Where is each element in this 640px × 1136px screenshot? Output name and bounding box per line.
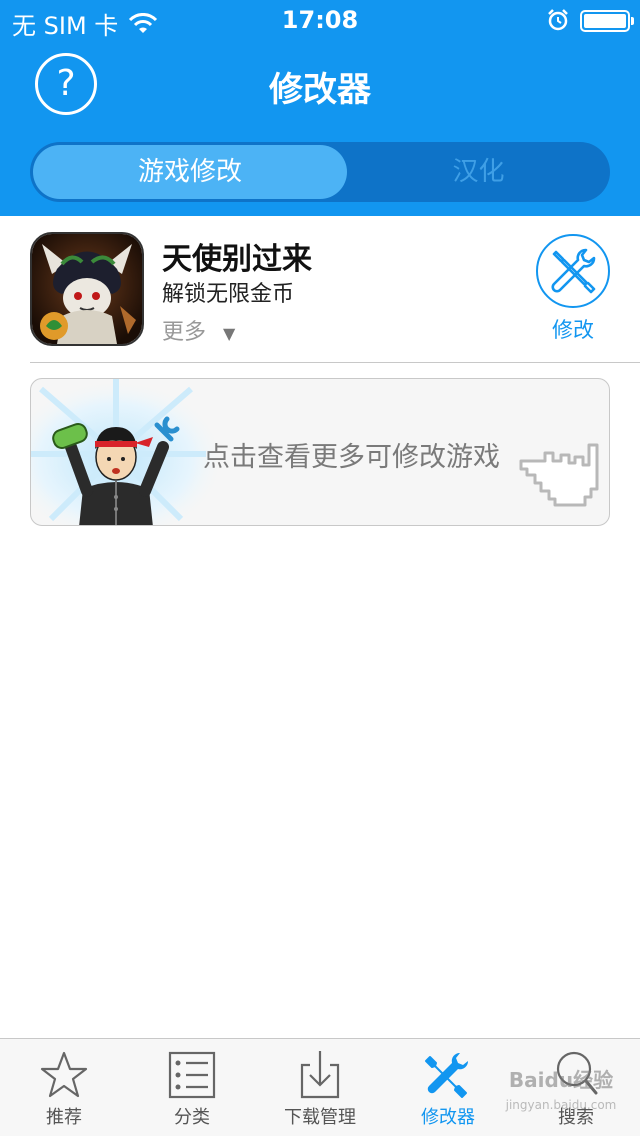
tab-category[interactable]: 分类 [128,1039,256,1136]
tab-localization[interactable]: 汉化 [350,145,607,199]
more-label: 更多 [162,320,207,345]
chevron-down-icon: ▼ [223,324,236,343]
alarm-icon [548,9,568,31]
pointer-hand-icon [519,443,599,507]
divider [30,362,640,363]
watermark: Baidu经验 jingyan.baidu.com [486,1052,636,1128]
download-icon [300,1051,340,1099]
star-icon [40,1051,88,1098]
tab-game-modify[interactable]: 游戏修改 [33,145,347,199]
modify-label[interactable]: 修改 [536,314,610,344]
game-description: 解锁无限金币 [162,282,295,307]
watermark-brand: Baidu经验 [508,1068,614,1092]
status-bar: 无 SIM 卡 17:08 [0,0,640,40]
list-icon [168,1051,216,1099]
watermark-url: jingyan.baidu.com [505,1098,617,1112]
battery-icon [580,10,634,32]
segmented-control: 游戏修改 汉化 [30,142,610,202]
game-list-item[interactable]: 天使别过来 解锁无限金币 更多 ▼ 修改 [0,216,640,362]
modify-button[interactable] [536,234,610,308]
tab-recommend[interactable]: 推荐 [0,1039,128,1136]
more-toggle[interactable]: 更多 ▼ [162,314,235,346]
tab-label: 分类 [174,1107,210,1128]
header: 无 SIM 卡 17:08 ? 修改器 游戏修改 汉化 [0,0,640,216]
tab-label: 下载管理 [284,1107,356,1128]
more-games-banner[interactable]: 点击查看更多可修改游戏 [30,378,610,526]
page-title: 修改器 [269,70,371,110]
status-time: 17:08 [281,6,359,34]
tab-label: 推荐 [46,1107,82,1128]
wrench-screwdriver-icon [551,248,596,294]
game-title: 天使别过来 [162,242,312,277]
tools-icon [425,1052,469,1098]
tab-download-manager[interactable]: 下载管理 [256,1039,384,1136]
game-icon[interactable] [30,232,144,346]
banner-text: 点击查看更多可修改游戏 [203,442,500,473]
mascot-illustration [31,379,231,525]
